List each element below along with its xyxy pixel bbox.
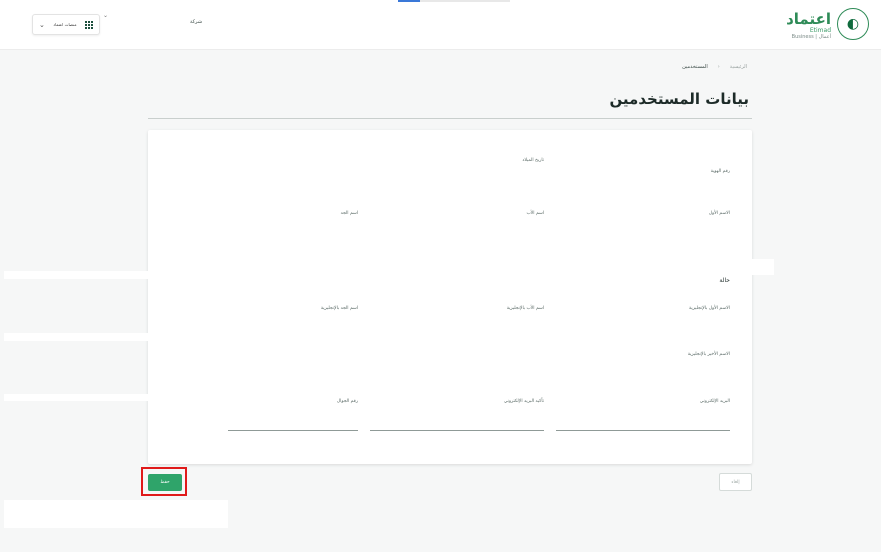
- father-name-en-label: اسم الأب بالإنجليزية: [506, 306, 544, 311]
- breadcrumb: الرئيسية ‹ المستخدمين: [682, 64, 747, 70]
- breadcrumb-home[interactable]: الرئيسية: [730, 64, 747, 70]
- confirm-email-label: تأكيد البريد الإلكتروني: [503, 399, 544, 404]
- save-button[interactable]: حفظ: [148, 474, 182, 491]
- logo-text-ar: اعتماد: [786, 10, 831, 28]
- confirm-email-input[interactable]: [370, 430, 544, 431]
- page-title: بيانات المستخدمين: [609, 90, 749, 108]
- email-input[interactable]: [556, 430, 730, 431]
- apps-grid-icon: [85, 20, 93, 29]
- company-menu[interactable]: شركة: [190, 19, 202, 25]
- logo-subtext: Business | أعمال: [791, 34, 831, 40]
- etimad-logo[interactable]: ◐ اعتماد Etimad Business | أعمال: [786, 8, 869, 44]
- mobile-label: رقم الجوال: [336, 399, 358, 404]
- platforms-label: منصات اعتماد: [53, 22, 77, 27]
- last-name-en-label: الاسم الأخير بالإنجليزية: [687, 352, 730, 357]
- grandfather-name-en-label: اسم الجد بالإنجليزية: [320, 306, 358, 311]
- render-artifact: [4, 271, 148, 279]
- chevron-down-icon[interactable]: ⌄: [103, 12, 108, 19]
- status-label: حالة: [719, 277, 730, 284]
- mobile-input[interactable]: [228, 430, 358, 431]
- grandfather-name-label: اسم الجد: [340, 211, 358, 216]
- render-artifact: [752, 259, 774, 275]
- render-artifact: [4, 500, 228, 528]
- first-name-en-label: الاسم الأول بالإنجليزية: [688, 306, 730, 311]
- cancel-button[interactable]: إلغاء: [719, 473, 752, 491]
- top-bar: ◐ اعتماد Etimad Business | أعمال شركة ⌄ …: [0, 0, 881, 50]
- render-artifact: [4, 394, 148, 401]
- breadcrumb-current: المستخدمين: [682, 64, 708, 70]
- user-form-card: رقم الهوية تاريخ الميلاد الاسم الأول اسم…: [148, 130, 752, 464]
- render-artifact: [4, 333, 148, 341]
- father-name-label: اسم الأب: [526, 211, 545, 216]
- platforms-dropdown[interactable]: ⌄ منصات اعتماد: [32, 14, 100, 35]
- email-label: البريد الإلكتروني: [699, 399, 730, 404]
- birth-date-label: تاريخ الميلاد: [522, 158, 544, 163]
- active-tab-indicator: [398, 0, 420, 2]
- first-name-label: الاسم الأول: [708, 211, 730, 216]
- chevron-down-icon: ⌄: [39, 20, 45, 29]
- title-divider: [148, 118, 752, 119]
- id-number-label: رقم الهوية: [710, 169, 730, 174]
- logo-text-en: Etimad: [809, 27, 831, 34]
- etimad-emblem-icon: ◐: [837, 8, 869, 40]
- breadcrumb-separator-icon: ‹: [717, 64, 720, 70]
